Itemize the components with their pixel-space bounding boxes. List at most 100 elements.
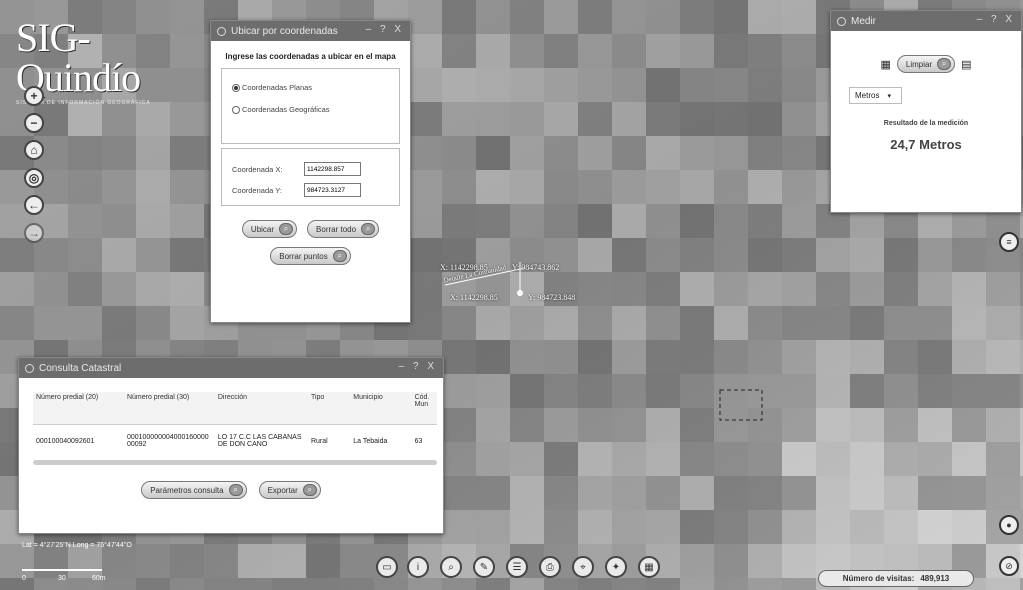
radio-planas[interactable]: Coordenadas Planas [232,83,389,92]
scale-bar: 0 30 60m [22,565,112,585]
column-header[interactable]: Dirección [214,392,308,425]
zoom-box-icon[interactable]: ⌕ [440,556,462,578]
table-header-row: Número predial (20) Número predial (30) … [33,392,437,425]
field-x: Coordenada X: [232,162,389,176]
chevron-down-icon: ▾ [887,92,891,100]
button-label: Ubicar [250,224,275,234]
column-header[interactable]: Número predial (20) [33,392,124,425]
table-cell: 00010000000400016000000092 [126,434,209,449]
search-icon: ⌕ [361,223,376,235]
window-icon [25,363,34,373]
coordinate-x-input[interactable] [304,162,361,176]
draw-icon[interactable]: ✎ [473,556,495,578]
column-header[interactable]: Número predial (30) [123,392,215,425]
coordinates-window: Ubicar por coordenadas – ? X Ingrese las… [210,20,411,323]
hide-icon[interactable]: ⊘ [999,556,1019,576]
info-icon[interactable]: i [407,556,429,578]
window-controls[interactable]: – ? X [366,24,404,35]
coordinate-icon[interactable]: ⌖ [572,556,594,578]
parametros-consulta-button[interactable]: Parámetros consulta ⌕ [141,481,247,499]
search-icon: ⌕ [332,250,347,262]
visit-counter: Número de visitas: 489,913 [818,570,974,587]
window-title: Consulta Catastral [39,362,122,374]
field-x-label: Coordenada X: [232,164,283,174]
zoom-in-icon[interactable]: + [24,86,44,106]
print-icon[interactable]: ⎙ [539,556,561,578]
table-cell: 000100040092601 [36,437,95,445]
table-cell: Rural [310,437,328,445]
button-label: Parámetros consulta [150,485,224,495]
button-label: Exportar [267,485,298,495]
limpiar-button[interactable]: Limpiar ⌕ [896,55,956,73]
column-header[interactable]: Tipo [307,392,351,425]
basemap-icon[interactable]: ▦ [638,556,660,578]
layers-icon[interactable]: ≡ [999,232,1019,252]
locate-icon[interactable]: ◎ [24,168,44,188]
coordinate-type-group: Coordenadas Planas Coordenadas Geográfic… [221,68,400,144]
area-icon[interactable]: ▦ [880,58,890,71]
radio-dot[interactable] [232,105,240,114]
unit-select[interactable]: Metros ▾ [849,87,902,104]
visits-value: 489,913 [920,574,950,583]
coordinates-heading: Ingrese las coordenadas a ubicar en el m… [225,52,396,61]
window-title: Ubicar por coordenadas [231,25,338,37]
window-controls[interactable]: – ? X [399,361,437,372]
table-row[interactable]: 000100040092601 000100000004000160000000… [33,424,437,458]
button-label: Limpiar [905,59,933,69]
radio-dot[interactable] [232,83,240,92]
zoom-out-icon[interactable]: − [24,113,44,133]
radio-geograficas[interactable]: Coordenadas Geográficas [232,105,389,114]
home-icon[interactable]: ⌂ [24,140,44,160]
result-value: 24,7 Metros [890,137,962,152]
search-icon: ⌕ [937,58,952,70]
scale-label: 0 [22,575,26,582]
window-titlebar[interactable]: Ubicar por coordenadas – ? X [211,21,410,41]
radio-label: Coordenadas Planas [242,83,313,92]
measure-window: Medir – ? X ▦ Limpiar ⌕ ▤ Metros ▾ Result… [830,10,1022,213]
distance-icon[interactable]: ▤ [961,58,971,71]
window-titlebar[interactable]: Consulta Catastral – ? X [19,358,443,378]
column-header[interactable]: Municipio [350,392,412,425]
point-label-y: Y: 984743.862 [512,263,560,272]
table-cell: La Tebaida [353,437,388,445]
button-label: Borrar todo [316,224,357,234]
window-icon [217,26,226,36]
point-label-y: Y: 984723.848 [528,293,576,302]
app-logo: SIG-Quindío SISTEMA DE INFORMACIÓN GEOGR… [16,18,206,107]
window-controls[interactable]: – ? X [977,14,1015,25]
export-icon: ⌕ [302,484,317,496]
field-y: Coordenada Y: [232,183,389,197]
coordinate-input-group: Coordenada X: Coordenada Y: [221,148,400,206]
column-header[interactable]: Cód. Mun [411,392,437,425]
unit-value: Metros [855,91,880,100]
catastro-actions: Parámetros consulta ⌕ Exportar ⌕ [19,481,443,499]
lat-long-readout: Lat = 4°27'25"N Long = 75°47'44"O [22,542,132,549]
window-icon [837,16,846,26]
scale-line [22,565,102,571]
borrar-todo-button[interactable]: Borrar todo ⌕ [307,220,380,238]
back-icon[interactable]: ← [24,195,44,215]
logo-tagline: SISTEMA DE INFORMACIÓN GEOGRÁFICA [16,100,151,106]
table-cell: LO 17 C.C LAS CABANAS DE DON CANO [217,434,302,449]
exportar-button[interactable]: Exportar ⌕ [258,481,321,499]
coordinate-y-input[interactable] [304,183,361,197]
ubicar-button[interactable]: Ubicar ⌕ [241,220,298,238]
radio-label: Coordenadas Geográficas [242,105,330,114]
results-table: Número predial (20) Número predial (30) … [33,392,437,458]
visits-label: Número de visitas: [842,574,915,583]
measure-icon[interactable]: ▭ [376,556,398,578]
measure-toolbar: ▦ Limpiar ⌕ ▤ [831,55,1021,73]
logo-name: SIG-Quindío [16,15,141,100]
result-label: Resultado de la medición [883,120,969,127]
horizontal-scrollbar[interactable] [33,460,437,465]
field-y-label: Coordenada Y: [232,185,282,195]
button-label: Borrar puntos [279,251,328,261]
search-icon: ⌕ [228,484,243,496]
layers-stack-icon[interactable]: ☰ [506,556,528,578]
borrar-puntos-button[interactable]: Borrar puntos ⌕ [270,247,351,265]
toggle-icon[interactable]: ● [999,515,1019,535]
catastro-window: Consulta Catastral – ? X Número predial … [18,357,444,534]
compass-icon[interactable]: ✦ [605,556,627,578]
window-titlebar[interactable]: Medir – ? X [831,11,1021,31]
forward-icon[interactable]: → [24,223,44,243]
